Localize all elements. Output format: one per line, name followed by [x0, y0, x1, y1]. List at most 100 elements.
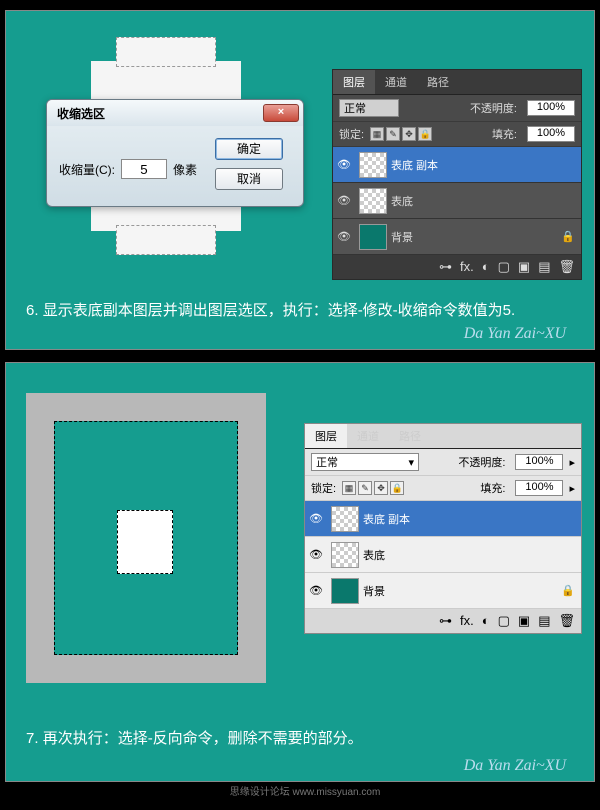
blend-mode-select[interactable]: 正常	[339, 99, 399, 117]
lock-icon: 🔒	[561, 584, 575, 597]
panel-tabs: 图层 通道 路径	[305, 424, 581, 449]
step-6-caption: 6. 显示表底副本图层并调出图层选区，执行：选择-修改-收缩命令数值为5.	[26, 298, 515, 324]
layer-mask-icon[interactable]: ◐	[482, 613, 490, 629]
layer-row-copy[interactable]: 👁 表底 副本	[305, 501, 581, 537]
layer-row-background[interactable]: 👁 背景 🔒	[333, 219, 581, 255]
layer-fx-icon[interactable]: fx.	[460, 613, 474, 629]
trash-icon[interactable]: 🗑	[558, 259, 575, 275]
step-text: 再次执行：选择-反向命令，删除不需要的部分。	[43, 730, 363, 747]
layer-mask-icon[interactable]: ◐	[482, 259, 490, 275]
lock-label: 锁定:	[339, 126, 364, 142]
opacity-input[interactable]: 100%	[527, 100, 575, 116]
tutorial-step-7-panel: 图层 通道 路径 正常▾ 不透明度: 100%▸ 锁定: ▦ ✎ ✥ 🔒 填充:…	[5, 362, 595, 782]
fill-label: 填充:	[480, 480, 505, 496]
lock-position-icon[interactable]: ✥	[402, 127, 416, 141]
contract-amount-row: 收缩量(C): 像素	[59, 148, 197, 190]
step-7-caption: 7. 再次执行：选择-反向命令，删除不需要的部分。	[26, 726, 363, 752]
dialog-body: 收缩量(C): 像素 确定 取消	[47, 126, 303, 206]
adjustment-layer-icon[interactable]: ▢	[498, 613, 510, 629]
layers-panel: 图层 通道 路径 正常▾ 不透明度: 100%▸ 锁定: ▦ ✎ ✥ 🔒 填充:…	[304, 423, 582, 634]
opacity-input[interactable]: 100%	[515, 454, 563, 470]
lock-pixels-icon[interactable]: ✎	[358, 481, 372, 495]
layer-row-copy[interactable]: 👁 表底 副本	[333, 147, 581, 183]
tab-paths[interactable]: 路径	[417, 70, 459, 94]
contract-amount-label: 收缩量(C):	[59, 161, 115, 178]
dialog-title-text: 收缩选区	[57, 105, 105, 122]
visibility-toggle-icon[interactable]: 👁	[333, 230, 355, 243]
layer-thumbnail	[331, 542, 359, 568]
marquee-inner	[117, 510, 173, 574]
panel-tabs: 图层 通道 路径	[333, 70, 581, 95]
step-number: 6.	[26, 302, 39, 319]
cancel-button[interactable]: 取消	[215, 168, 283, 190]
blend-mode-select[interactable]: 正常▾	[311, 453, 419, 471]
tab-paths[interactable]: 路径	[389, 424, 431, 448]
lock-all-icon[interactable]: 🔒	[418, 127, 432, 141]
layer-name: 表底	[363, 547, 385, 563]
adjustment-layer-icon[interactable]: ▢	[498, 259, 510, 275]
layer-row-base[interactable]: 👁 表底	[333, 183, 581, 219]
layers-footer: ⊶ fx. ◐ ▢ ▣ ▤ 🗑	[305, 609, 581, 633]
layers-panel: 图层 通道 路径 正常 不透明度: 100% 锁定: ▦ ✎ ✥ 🔒 填充: 1…	[332, 69, 582, 280]
trash-icon[interactable]: 🗑	[558, 613, 575, 629]
lock-icon: 🔒	[561, 230, 575, 243]
group-icon[interactable]: ▣	[518, 259, 530, 275]
layer-thumbnail	[359, 152, 387, 178]
fill-input[interactable]: 100%	[527, 126, 575, 142]
stamp-top-tab	[116, 37, 216, 67]
visibility-toggle-icon[interactable]: 👁	[305, 512, 327, 525]
contract-unit-label: 像素	[173, 161, 197, 178]
layer-thumbnail	[331, 506, 359, 532]
layer-thumbnail	[359, 188, 387, 214]
layers-footer: ⊶ fx. ◐ ▢ ▣ ▤ 🗑	[333, 255, 581, 279]
new-layer-icon[interactable]: ▤	[538, 613, 550, 629]
contract-selection-dialog: 收缩选区 × 收缩量(C): 像素 确定 取消	[46, 99, 304, 207]
layer-name: 背景	[363, 583, 385, 599]
link-layers-icon[interactable]: ⊶	[439, 259, 452, 275]
lock-position-icon[interactable]: ✥	[374, 481, 388, 495]
signature: Da Yan Zai~XU	[464, 325, 566, 343]
lock-pixels-icon[interactable]: ✎	[386, 127, 400, 141]
tab-channels[interactable]: 通道	[375, 70, 417, 94]
link-layers-icon[interactable]: ⊶	[439, 613, 452, 629]
visibility-toggle-icon[interactable]: 👁	[305, 548, 327, 561]
opacity-label: 不透明度:	[458, 454, 505, 470]
tab-channels[interactable]: 通道	[347, 424, 389, 448]
new-layer-icon[interactable]: ▤	[538, 259, 550, 275]
tutorial-step-6-panel: 收缩选区 × 收缩量(C): 像素 确定 取消 图层 通道 路径 正常 不透明度…	[5, 10, 595, 350]
layer-name: 背景	[391, 229, 413, 245]
fill-input[interactable]: 100%	[515, 480, 563, 496]
lock-transparent-icon[interactable]: ▦	[342, 481, 356, 495]
dialog-close-button[interactable]: ×	[263, 104, 299, 122]
tab-layers[interactable]: 图层	[333, 70, 375, 94]
visibility-toggle-icon[interactable]: 👁	[305, 584, 327, 597]
opacity-label: 不透明度:	[470, 100, 517, 116]
layer-fx-icon[interactable]: fx.	[460, 259, 474, 275]
lock-icons: ▦ ✎ ✥ 🔒	[370, 127, 432, 141]
layer-name: 表底 副本	[391, 157, 438, 173]
lock-label: 锁定:	[311, 480, 336, 496]
dialog-titlebar: 收缩选区 ×	[47, 100, 303, 126]
stamp-bottom-tab	[116, 225, 216, 255]
layer-name: 表底 副本	[363, 511, 410, 527]
ok-button[interactable]: 确定	[215, 138, 283, 160]
visibility-toggle-icon[interactable]: 👁	[333, 194, 355, 207]
fill-label: 填充:	[492, 126, 517, 142]
marquee-outer	[54, 421, 238, 655]
canvas-preview	[26, 393, 266, 683]
layer-row-base[interactable]: 👁 表底	[305, 537, 581, 573]
layer-name: 表底	[391, 193, 413, 209]
step-text: 显示表底副本图层并调出图层选区，执行：选择-修改-收缩命令数值为5.	[43, 302, 516, 319]
contract-amount-input[interactable]	[121, 159, 167, 179]
layer-row-background[interactable]: 👁 背景 🔒	[305, 573, 581, 609]
visibility-toggle-icon[interactable]: 👁	[333, 158, 355, 171]
layer-thumbnail	[359, 224, 387, 250]
lock-all-icon[interactable]: 🔒	[390, 481, 404, 495]
lock-icons: ▦ ✎ ✥ 🔒	[342, 481, 404, 495]
step-number: 7.	[26, 730, 39, 747]
lock-transparent-icon[interactable]: ▦	[370, 127, 384, 141]
signature: Da Yan Zai~XU	[464, 757, 566, 775]
tab-layers[interactable]: 图层	[305, 424, 347, 448]
group-icon[interactable]: ▣	[518, 613, 530, 629]
watermark: 思缘设计论坛 www.missyuan.com	[5, 783, 600, 798]
